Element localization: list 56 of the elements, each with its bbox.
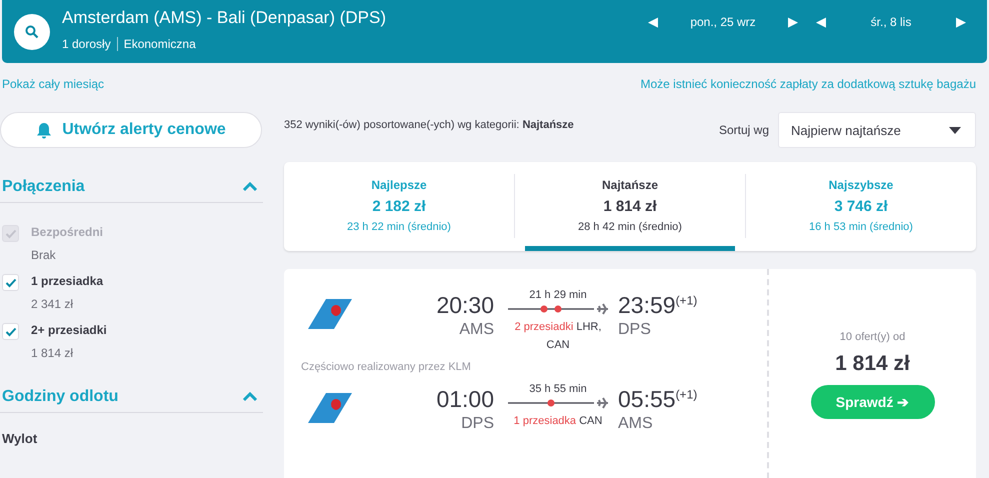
date-label[interactable]: pon., 25 wrz [667, 14, 779, 28]
previous-date-button[interactable]: ◀ [807, 14, 835, 29]
cabin-text: Ekonomiczna [124, 37, 196, 51]
route-title: Amsterdam (AMS) - Bali (Denpasar) (DPS) [62, 8, 388, 28]
offers-text: 10 ofert(y) od [840, 331, 906, 343]
check-icon [4, 278, 16, 288]
operator-note: Częściowo realizowany przez KLM [301, 361, 472, 373]
arrival-time: 05:55$^{(+1)}$ [618, 386, 698, 413]
flight-duration: 21 h 29 min [529, 289, 587, 301]
checkbox[interactable] [2, 274, 19, 291]
bell-icon [36, 122, 52, 138]
month-link[interactable]: Pokaż cały miesiąc [2, 77, 104, 91]
departure-time: 01:00 [436, 386, 494, 413]
option-price: 1 814 zł [31, 346, 74, 360]
results-summary: 352 wyniki(-ów) posortowane(-ych) wg kategorii: Najtańsze [284, 119, 575, 131]
check-icon [4, 228, 16, 238]
checkbox[interactable] [2, 323, 19, 340]
sort-tab[interactable]: Najlepsze 2 182 zł 23 h 22 min (średnio) [294, 162, 504, 251]
airline-tail-logo [308, 299, 354, 329]
section-title: Połączenia [2, 178, 85, 196]
sort-tab[interactable]: Najszybsze 3 746 zł 16 h 53 min (średnio) [756, 162, 966, 251]
search-icon [25, 24, 39, 38]
next-date-button[interactable]: ▶ [779, 14, 807, 29]
departure-airport: DPS [461, 415, 494, 433]
airline-tail-logo [308, 393, 354, 423]
check-button[interactable]: Sprawdź ➔ [810, 385, 934, 419]
next-date-button[interactable]: ▶ [947, 14, 975, 29]
sort-label: Sortuj wg [718, 123, 769, 137]
collapse-icon[interactable] [242, 392, 258, 402]
passengers-text: 1 dorosły [62, 37, 111, 51]
arrival-airport: AMS [618, 415, 653, 433]
section-title: Godziny odlotu [2, 388, 118, 406]
date-label[interactable]: śr., 8 lis [835, 14, 947, 28]
price-text: 1 814 zł [835, 352, 910, 376]
option-price: Brak [31, 248, 57, 262]
collapse-icon[interactable] [242, 182, 258, 192]
stops-text: 1 przesiadka CAN [514, 414, 602, 429]
arrival-time: 23:59$^{(+1)}$ [618, 292, 698, 319]
option-label: 2+ przesiadki [31, 323, 107, 337]
option-label: Bezpośredni [31, 225, 104, 239]
filter-subtitle: Wylot [1, 431, 38, 446]
departure-time: 20:30 [436, 292, 494, 319]
previous-date-button[interactable]: ◀ [639, 14, 667, 29]
stops-text: 2 przesiadki LHR, CAN [514, 320, 602, 353]
sort-dropdown[interactable]: Najpierw najtańsze [778, 112, 976, 148]
search-button[interactable] [14, 14, 50, 50]
sort-tab[interactable]: Najtańsze 1 814 zł 28 h 42 min (średnio) [525, 162, 735, 251]
departure-airport: AMS [459, 321, 494, 339]
baggage-link[interactable]: Może istnieć konieczność zapłaty za dodatkową sztukę bagażu [640, 77, 976, 91]
price-alert-button[interactable]: Utwórz alerty cenowe [0, 112, 262, 148]
option-price: 2 341 zł [31, 297, 74, 311]
option-label: 1 przesiadka [31, 274, 104, 288]
arrival-airport: DPS [618, 321, 651, 339]
caret-icon [949, 126, 961, 134]
check-icon [4, 326, 16, 336]
flight-duration: 35 h 55 min [529, 383, 587, 395]
